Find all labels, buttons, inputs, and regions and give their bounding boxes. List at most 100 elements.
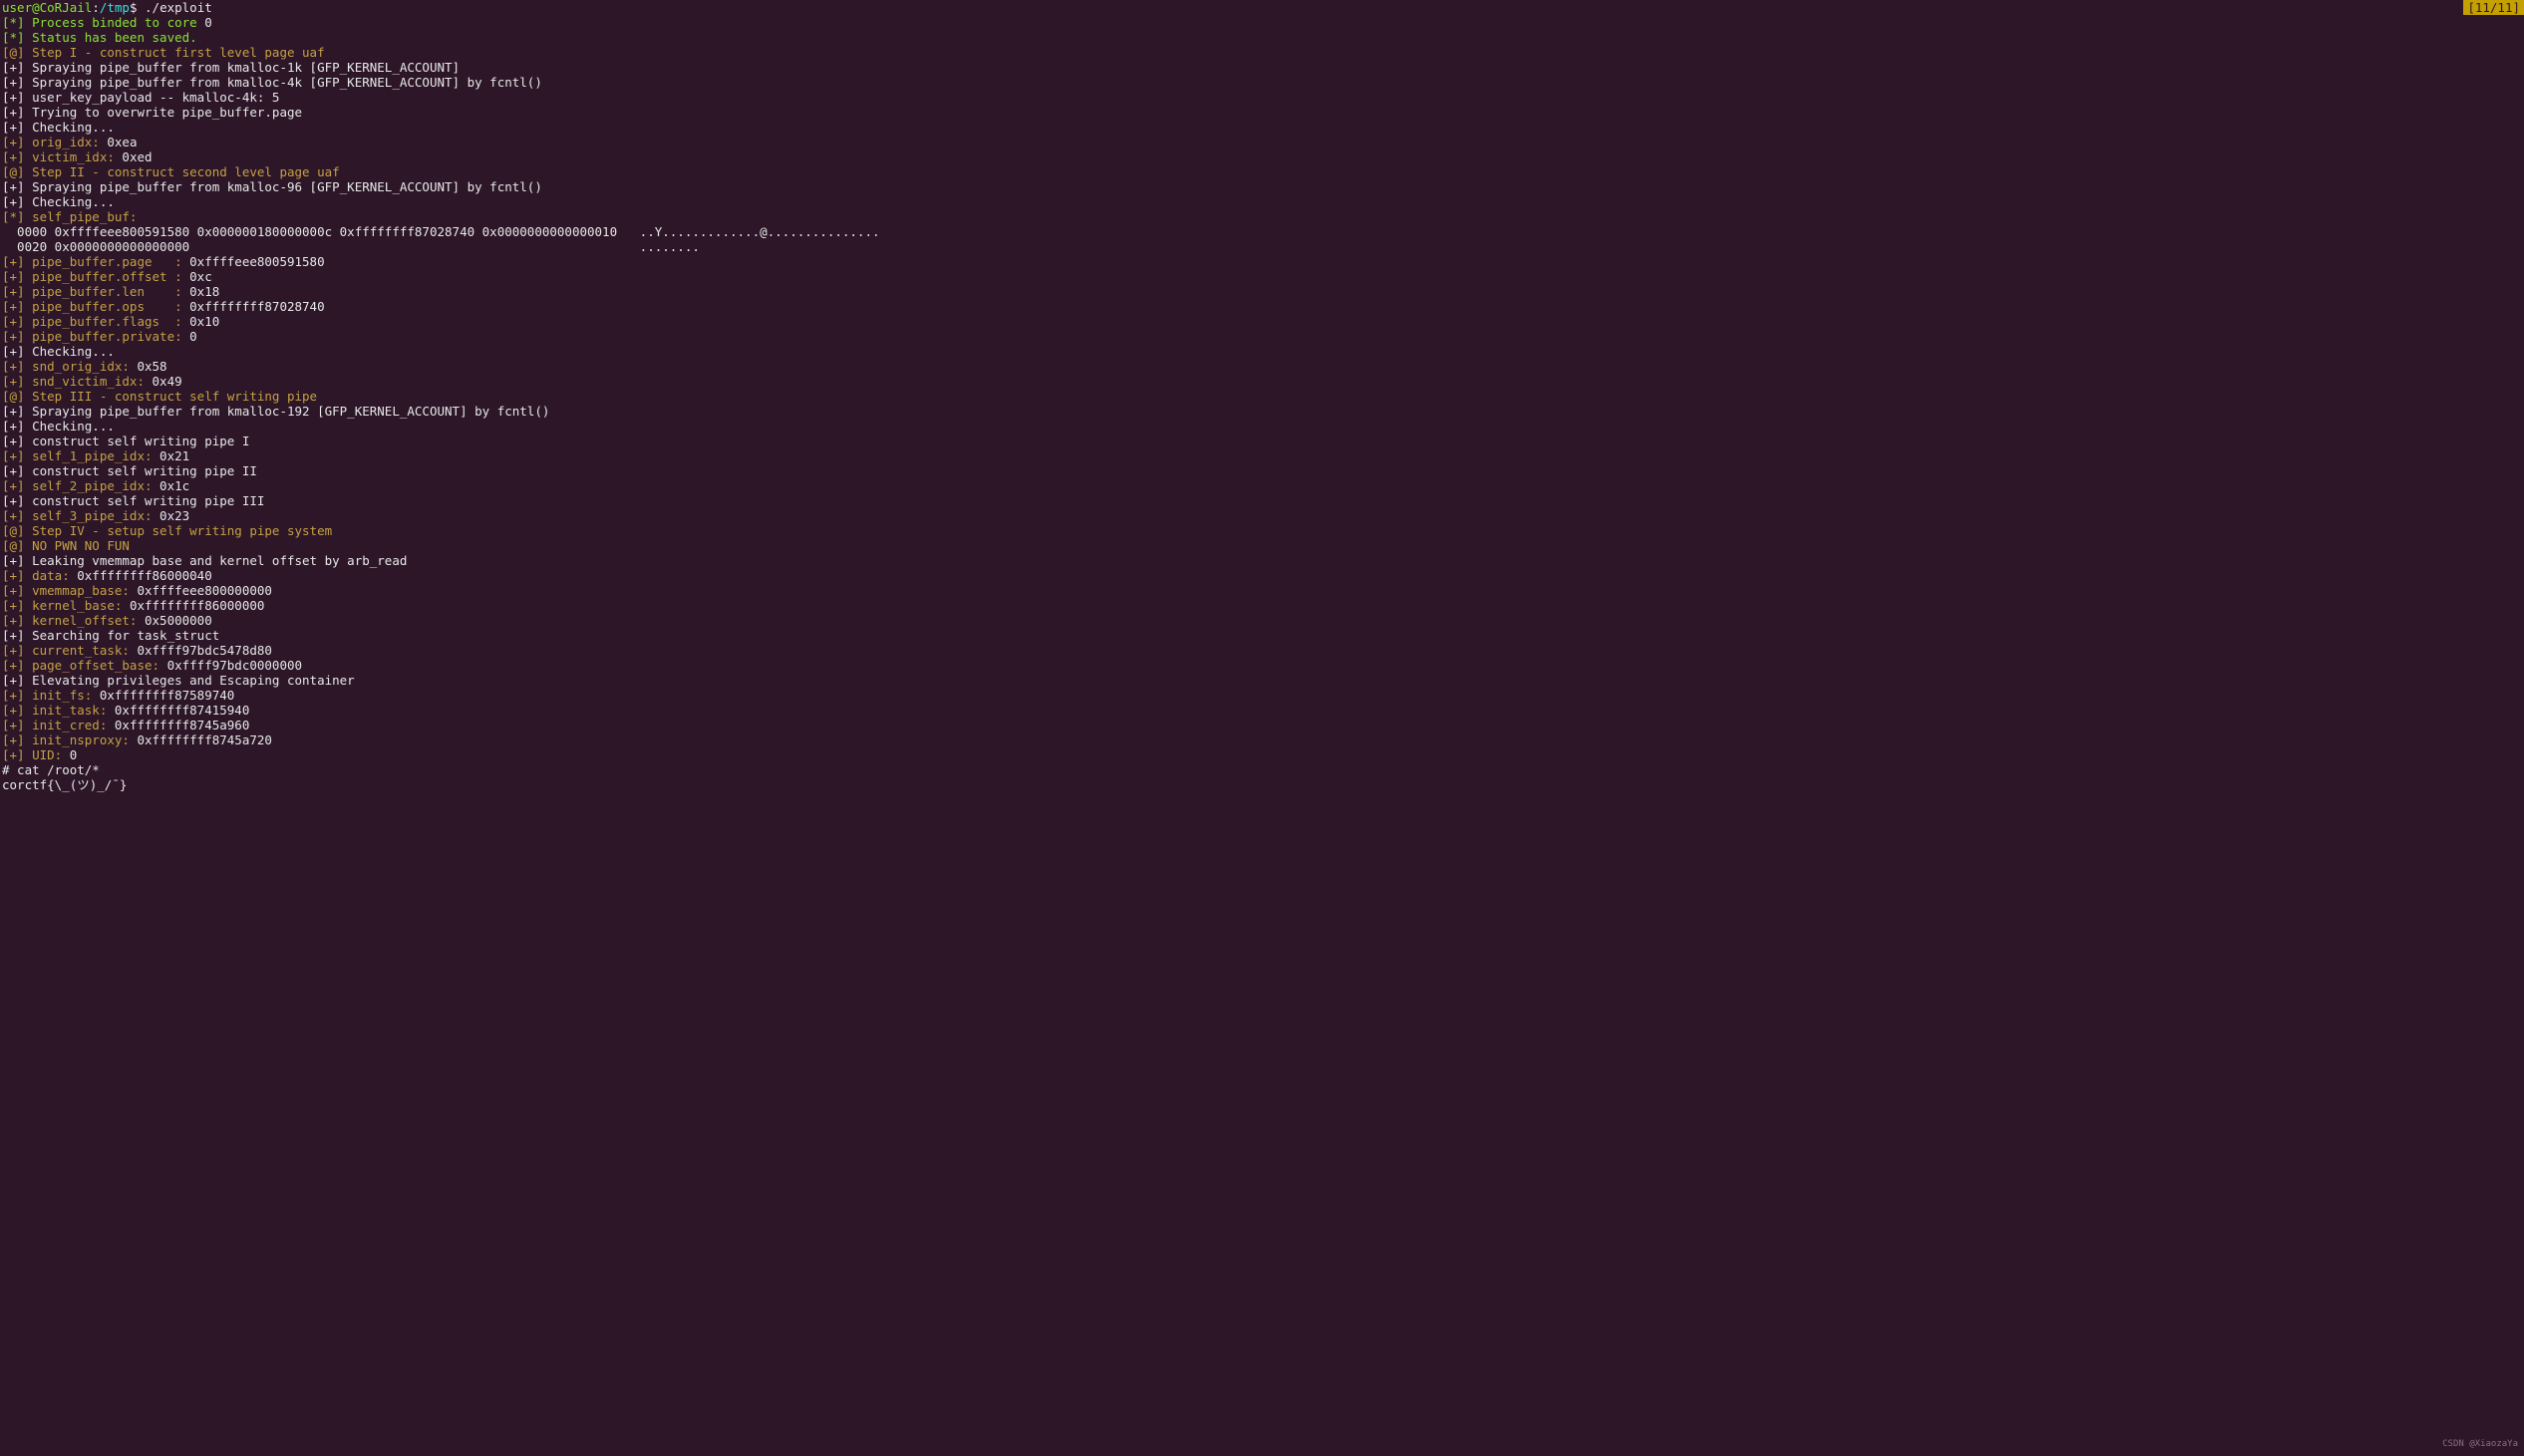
text-segment: 0x1c [153,478,190,493]
output-line: [+] init_cred: 0xffffffff8745a960 [2,718,2522,732]
text-segment: NO PWN NO FUN [25,538,130,553]
text-segment: [+] Searching for task_struct [2,628,219,643]
text-segment: 0xc [182,269,212,284]
output-line: [+] Leaking vmemmap base and kernel offs… [2,553,2522,568]
text-segment: page_offset_base: [25,658,159,673]
text-segment: 0x21 [153,448,190,463]
text-segment: # cat /root/* [2,762,100,777]
output-line: [+] pipe_buffer.len : 0x18 [2,284,2522,299]
text-segment: [+] [2,613,25,628]
output-line: [+] orig_idx: 0xea [2,135,2522,149]
output-line: [+] self_2_pipe_idx: 0x1c [2,478,2522,493]
text-segment: 0x10 [182,314,220,329]
text-segment: [+] Spraying pipe_buffer from kmalloc-4k… [2,75,542,90]
text-segment: [+] [2,658,25,673]
output-line: [+] Searching for task_struct [2,628,2522,643]
text-segment: [+] [2,688,25,703]
text-segment: 0x58 [130,359,167,374]
text-segment: kernel_base: [25,598,123,613]
text-segment: [+] Checking... [2,194,115,209]
terminal-output[interactable]: user@CoRJail:/tmp$ ./exploit [*] Process… [0,0,2524,792]
output-line: [+] Elevating privileges and Escaping co… [2,673,2522,688]
text-segment: [+] construct self writing pipe II [2,463,257,478]
text-segment: 0x5000000 [137,613,211,628]
output-line: [+] pipe_buffer.flags : 0x10 [2,314,2522,329]
tab-counter: [11/11] [2463,0,2524,15]
output-line: [+] kernel_base: 0xffffffff86000000 [2,598,2522,613]
text-segment: UID: [25,747,63,762]
text-segment: 0 [182,329,197,344]
text-segment: [*] [2,209,25,224]
text-segment: [@] [2,389,25,404]
output-line: [+] Checking... [2,120,2522,135]
text-segment: pipe_buffer.ops : [25,299,182,314]
output-line: 0000 0xffffeee800591580 0x00000018000000… [2,224,2522,239]
output-line: [+] construct self writing pipe III [2,493,2522,508]
text-segment: 0xea [100,135,138,149]
output-line: [+] victim_idx: 0xed [2,149,2522,164]
text-segment: 0xffffffff87589740 [92,688,234,703]
text-segment: [+] [2,374,25,389]
text-segment: self_1_pipe_idx: [25,448,153,463]
text-segment: 0xffffeee800591580 [182,254,325,269]
text-segment: [+] [2,718,25,732]
text-segment: [+] construct self writing pipe I [2,434,249,448]
watermark: CSDN @XiaozaYa [2442,1437,2518,1452]
output-line: [+] snd_victim_idx: 0x49 [2,374,2522,389]
text-segment: init_fs: [25,688,93,703]
text-segment: 0xed [115,149,153,164]
prompt-path: /tmp [100,0,130,15]
output-line: [+] pipe_buffer.page : 0xffffeee80059158… [2,254,2522,269]
output-line: [+] data: 0xffffffff86000040 [2,568,2522,583]
output-line: [*] Status has been saved. [2,30,2522,45]
output-line: [+] snd_orig_idx: 0x58 [2,359,2522,374]
prompt-cmd: ./exploit [145,0,212,15]
output-line: [+] init_task: 0xffffffff87415940 [2,703,2522,718]
output-line: [@] Step II - construct second level pag… [2,164,2522,179]
text-segment: 0xffffffff86000040 [70,568,212,583]
text-segment: [+] [2,598,25,613]
output-line: [+] pipe_buffer.private: 0 [2,329,2522,344]
text-segment: [+] Leaking vmemmap base and kernel offs… [2,553,407,568]
text-segment: [+] [2,747,25,762]
text-segment: [+] Spraying pipe_buffer from kmalloc-19… [2,404,549,419]
output-line: 0020 0x0000000000000000 ........ [2,239,2522,254]
output-line: [+] pipe_buffer.offset : 0xc [2,269,2522,284]
text-segment: [+] [2,643,25,658]
output-line: [*] Process binded to core 0 [2,15,2522,30]
output-line: [+] user_key_payload -- kmalloc-4k: 5 [2,90,2522,105]
output-line: # cat /root/* [2,762,2522,777]
output-line: [+] page_offset_base: 0xffff97bdc0000000 [2,658,2522,673]
text-segment: 0xffffeee800000000 [130,583,272,598]
text-segment: 0xffffffff87415940 [107,703,249,718]
text-segment: init_task: [25,703,108,718]
text-segment: [*] [2,30,25,45]
text-segment: init_nsproxy: [25,732,130,747]
output-line: [+] Spraying pipe_buffer from kmalloc-96… [2,179,2522,194]
text-segment: Step IV - setup self writing pipe system [25,523,333,538]
output-line: [@] Step I - construct first level page … [2,45,2522,60]
text-segment: current_task: [25,643,130,658]
text-segment: 0xffffffff87028740 [182,299,325,314]
output-line: [+] self_1_pipe_idx: 0x21 [2,448,2522,463]
output-line: [*] self_pipe_buf: [2,209,2522,224]
output-line: [+] Checking... [2,344,2522,359]
text-segment: orig_idx: [25,135,100,149]
text-segment: 0x18 [182,284,220,299]
text-segment: [+] [2,703,25,718]
output-line: [+] Checking... [2,419,2522,434]
text-segment: 0x23 [153,508,190,523]
text-segment: [@] [2,164,25,179]
text-segment: self_pipe_buf: [25,209,138,224]
text-segment: [+] [2,269,25,284]
text-segment: [+] [2,254,25,269]
text-segment: 0 [204,15,212,30]
text-segment: pipe_buffer.page : [25,254,182,269]
text-segment: [+] [2,314,25,329]
output-line: [+] current_task: 0xffff97bdc5478d80 [2,643,2522,658]
text-segment: [+] Checking... [2,344,115,359]
text-segment: 0xffffffff8745a720 [130,732,272,747]
output-line: [+] pipe_buffer.ops : 0xffffffff87028740 [2,299,2522,314]
text-segment: [+] [2,732,25,747]
output-line: [@] Step III - construct self writing pi… [2,389,2522,404]
